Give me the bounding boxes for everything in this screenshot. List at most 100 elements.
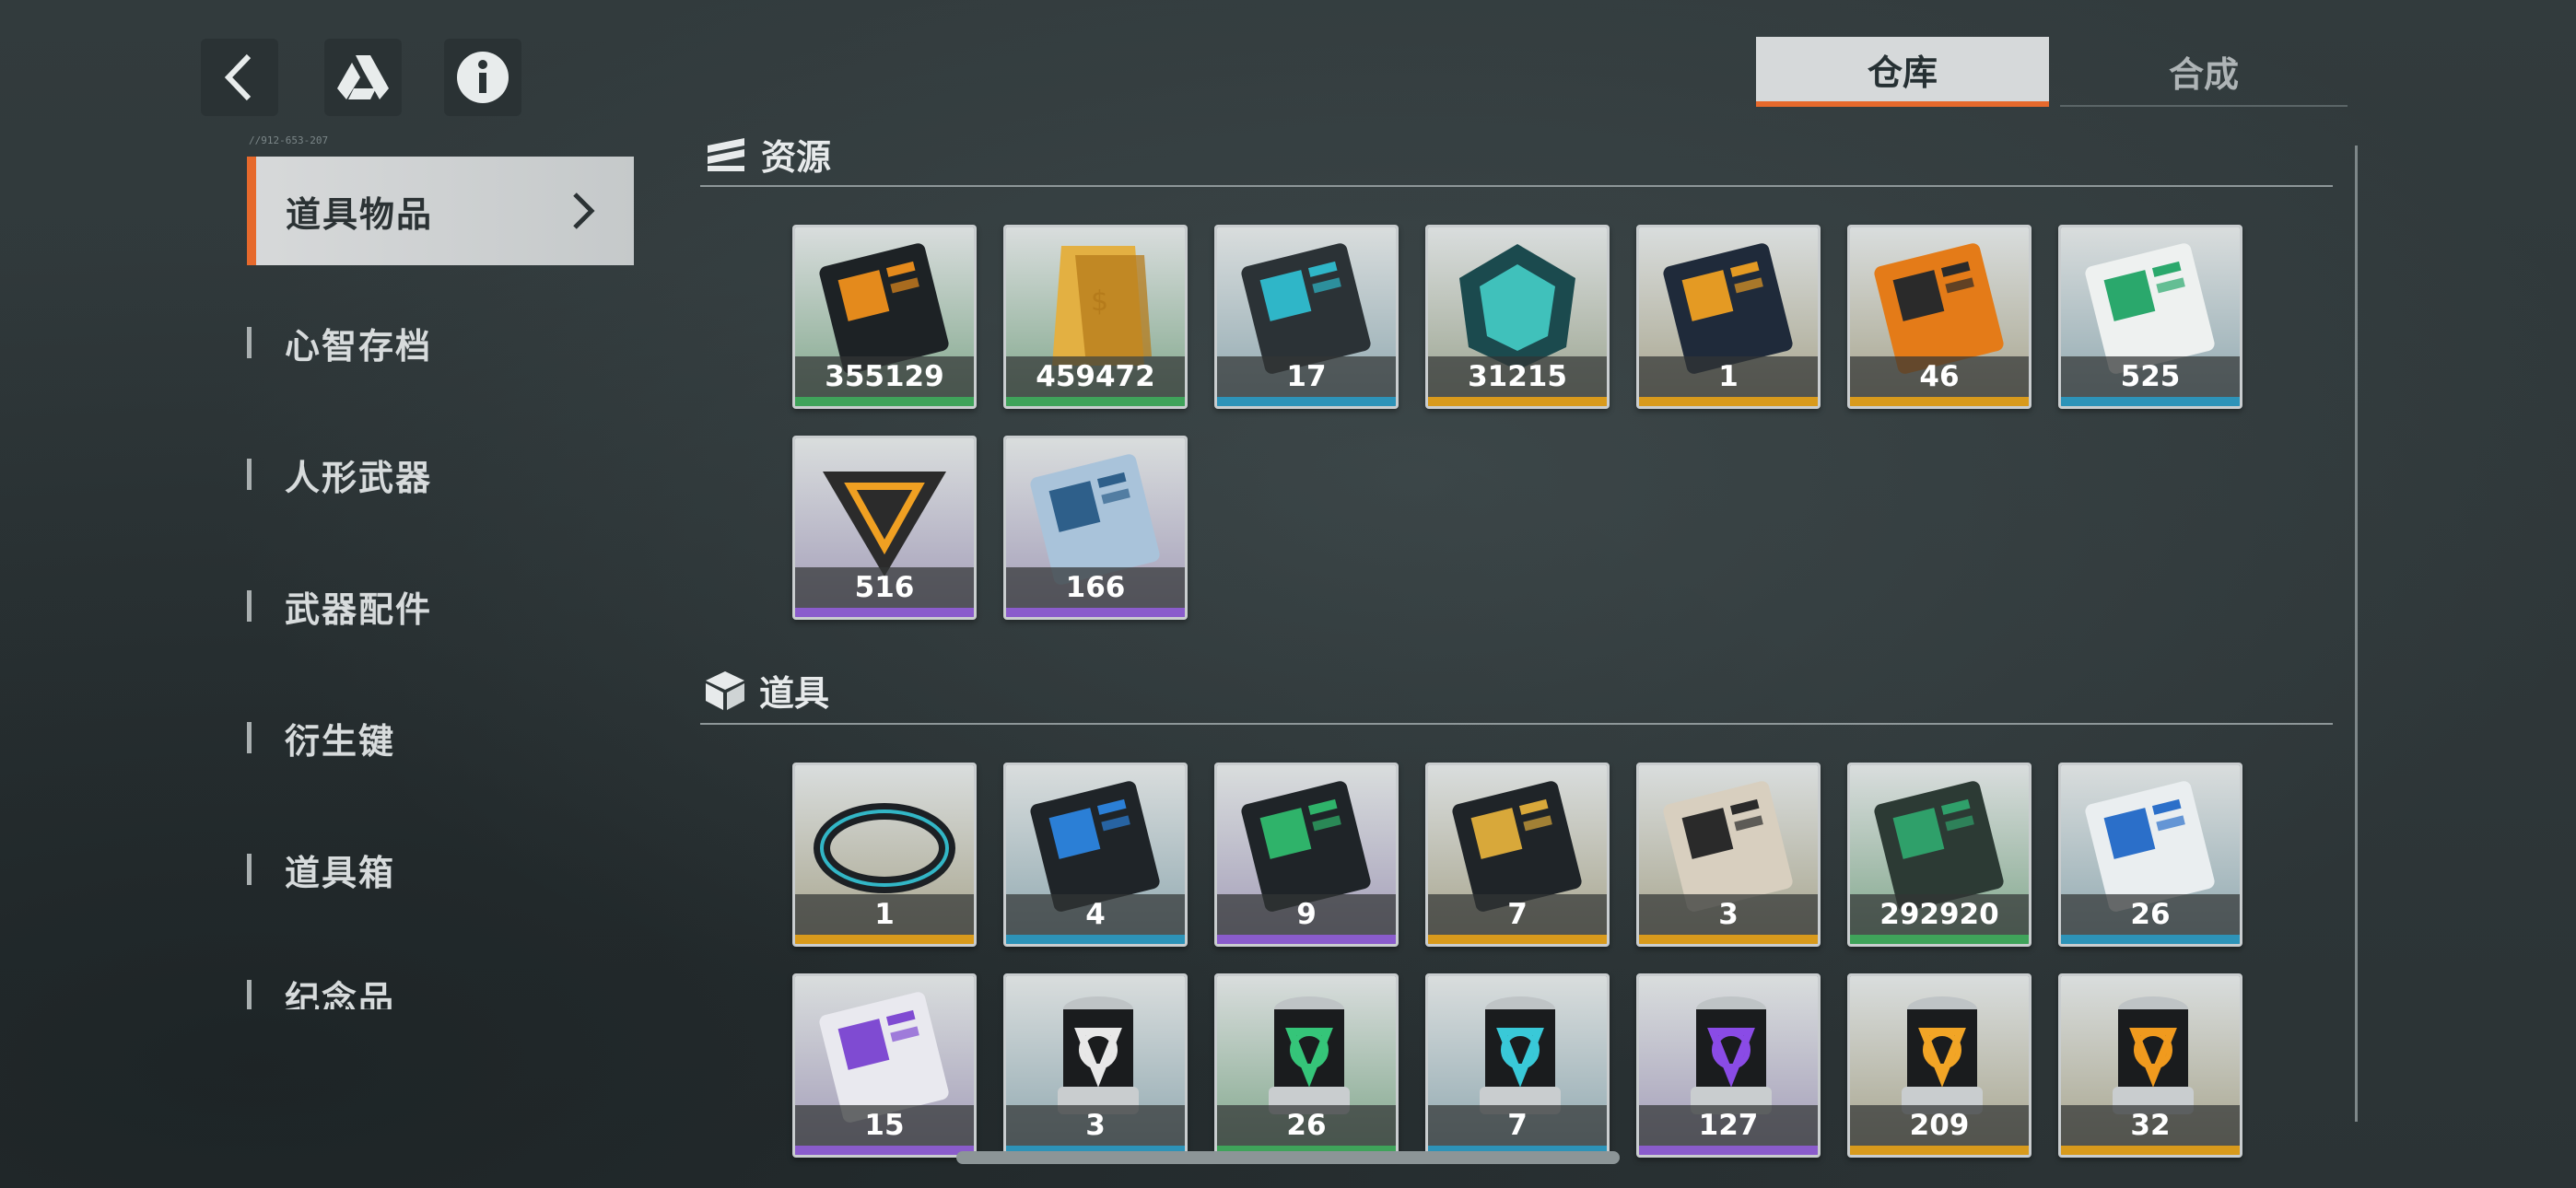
item-tile[interactable]: 127	[1636, 973, 1821, 1158]
item-tile[interactable]: 1	[1636, 225, 1821, 409]
rarity-bar	[1850, 1146, 2029, 1155]
sidebar-item-derivative-keys[interactable]: 衍生键	[247, 683, 634, 792]
item-tile[interactable]: 4	[1003, 763, 1188, 947]
item-quantity: 7	[1428, 894, 1607, 935]
item-tile[interactable]: 525	[2058, 225, 2242, 409]
rarity-bar	[795, 608, 974, 617]
item-quantity: 15	[795, 1105, 974, 1146]
item-quantity: 459472	[1006, 356, 1185, 397]
rarity-bar	[1217, 935, 1396, 944]
sidebar-item-label: 武器配件	[285, 588, 433, 630]
stack-icon	[708, 137, 744, 171]
rarity-bar	[1850, 397, 2029, 406]
info-button[interactable]	[444, 39, 521, 116]
sidebar-item-label: 纪念品	[285, 978, 396, 1010]
item-tile[interactable]: 31215	[1425, 225, 1610, 409]
tab-synthesis[interactable]: 合成	[2060, 37, 2348, 107]
active-marker	[247, 157, 256, 265]
item-quantity: 355129	[795, 356, 974, 397]
item-quantity: 31215	[1428, 356, 1607, 397]
rarity-bar	[795, 397, 974, 406]
item-tile[interactable]: 26	[1214, 973, 1399, 1158]
item-tile[interactable]: 209	[1847, 973, 2032, 1158]
item-tile[interactable]: 516	[792, 436, 977, 620]
triangle-logo-icon	[337, 55, 389, 99]
rarity-bar	[1639, 1146, 1818, 1155]
item-quantity: 127	[1639, 1105, 1818, 1146]
sidebar-item-doll-weapons[interactable]: 人形武器	[247, 420, 634, 529]
item-tile[interactable]: 9	[1214, 763, 1399, 947]
item-quantity: 209	[1850, 1105, 2029, 1146]
rarity-bar	[1639, 397, 1818, 406]
item-tile[interactable]: $459472	[1003, 225, 1188, 409]
item-quantity: 46	[1850, 356, 2029, 397]
sidebar-item-label: 心智存档	[285, 325, 433, 367]
vertical-scrollbar[interactable]	[2355, 146, 2358, 1122]
section-title: 道具	[759, 673, 830, 714]
rarity-bar	[2061, 397, 2240, 406]
item-quantity: 1	[795, 894, 974, 935]
item-tile[interactable]: 7	[1425, 763, 1610, 947]
sidebar-item-mind-archive[interactable]: 心智存档	[247, 288, 634, 397]
item-quantity: 3	[1639, 894, 1818, 935]
item-tile[interactable]: 1	[792, 763, 977, 947]
item-tile[interactable]: 292920	[1847, 763, 2032, 947]
rarity-bar	[1217, 397, 1396, 406]
sidebar-item-props[interactable]: 道具物品	[247, 157, 634, 265]
item-quantity: 292920	[1850, 894, 2029, 935]
item-tile[interactable]: 7	[1425, 973, 1610, 1158]
cube-icon	[706, 670, 744, 710]
item-tile[interactable]: 32	[2058, 973, 2242, 1158]
item-quantity: 516	[795, 567, 974, 608]
item-tile[interactable]: 46	[1847, 225, 2032, 409]
code-text: //912-653-207	[249, 134, 329, 146]
item-quantity: 9	[1217, 894, 1396, 935]
section-divider	[700, 723, 2333, 725]
rarity-bar	[1006, 608, 1185, 617]
tab-warehouse[interactable]: 仓库	[1756, 37, 2049, 107]
rarity-bar	[795, 935, 974, 944]
item-quantity: 26	[2061, 894, 2240, 935]
sidebar-item-label: 衍生键	[285, 720, 396, 762]
rarity-bar	[1850, 935, 2029, 944]
back-button[interactable]	[201, 39, 278, 116]
rarity-bar	[2061, 935, 2240, 944]
rarity-bar	[1006, 397, 1185, 406]
chevron-left-icon	[224, 53, 252, 101]
sidebar-item-label: 人形武器	[285, 457, 433, 498]
section-resources-header: 资源	[704, 129, 831, 180]
item-tile[interactable]: 166	[1003, 436, 1188, 620]
sidebar-clip: 纪念品	[247, 976, 634, 1009]
item-tile[interactable]: 355129	[792, 225, 977, 409]
item-quantity: 26	[1217, 1105, 1396, 1146]
sidebar-item-weapon-attachments[interactable]: 武器配件	[247, 552, 634, 660]
item-quantity: 7	[1428, 1105, 1607, 1146]
sidebar-item-label: 道具物品	[286, 193, 434, 235]
item-quantity: 3	[1006, 1105, 1185, 1146]
sidebar-item-item-boxes[interactable]: 道具箱	[247, 815, 634, 924]
item-quantity: 32	[2061, 1105, 2240, 1146]
item-tile[interactable]: 3	[1003, 973, 1188, 1158]
svg-text:$: $	[1091, 285, 1108, 318]
item-tile[interactable]: 3	[1636, 763, 1821, 947]
section-title: 资源	[761, 137, 832, 178]
sidebar-item-souvenirs[interactable]: 纪念品	[247, 976, 634, 1009]
section-divider	[700, 185, 2333, 187]
rarity-bar	[795, 1146, 974, 1155]
item-quantity: 525	[2061, 356, 2240, 397]
chevron-right-icon	[573, 192, 595, 229]
rarity-bar	[1428, 397, 1607, 406]
horizontal-scrollbar[interactable]	[956, 1151, 1620, 1164]
rarity-bar	[1639, 935, 1818, 944]
drive-button[interactable]	[324, 39, 402, 116]
item-tile[interactable]: 17	[1214, 225, 1399, 409]
sidebar-item-label: 道具箱	[285, 852, 396, 893]
item-quantity: 4	[1006, 894, 1185, 935]
info-icon	[457, 52, 509, 103]
item-quantity: 1	[1639, 356, 1818, 397]
rarity-bar	[1006, 935, 1185, 944]
item-quantity: 166	[1006, 567, 1185, 608]
item-tile[interactable]: 15	[792, 973, 977, 1158]
item-quantity: 17	[1217, 356, 1396, 397]
item-tile[interactable]: 26	[2058, 763, 2242, 947]
